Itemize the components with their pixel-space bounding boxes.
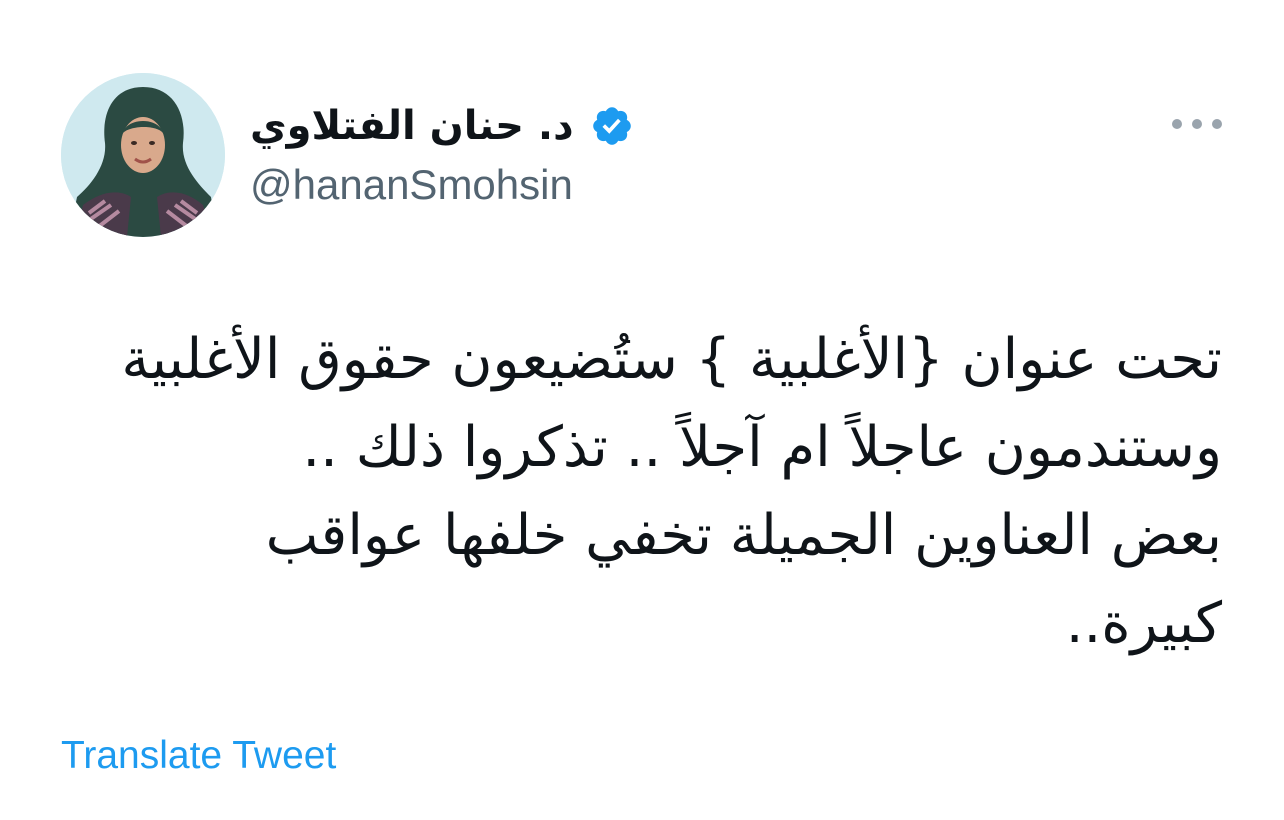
avatar[interactable]	[61, 73, 225, 237]
author-name-row[interactable]: د. حنان الفتلاوي	[250, 98, 634, 154]
dot	[1212, 119, 1222, 129]
profile-photo	[61, 73, 225, 237]
tweet-text-line: كبيرة..	[1065, 591, 1222, 656]
author-handle[interactable]: @hananSmohsin	[250, 164, 573, 206]
ellipsis-horizontal-icon[interactable]	[1172, 112, 1222, 136]
verified-badge-icon	[590, 104, 634, 148]
tweet-text-line: وستندمون عاجلاً ام آجلاً .. تذكروا ذلك .…	[302, 415, 1222, 480]
dot	[1172, 119, 1182, 129]
translate-tweet-link[interactable]: Translate Tweet	[61, 736, 336, 775]
dot	[1192, 119, 1202, 129]
tweet-card: د. حنان الفتلاوي @hananSmohsin تحت عنوان…	[0, 0, 1284, 820]
author-display-name[interactable]: د. حنان الفتلاوي	[250, 106, 574, 146]
tweet-text-line: بعض العناوين الجميلة تخفي خلفها عواقب	[265, 503, 1222, 568]
tweet-text-line: تحت عنوان {الأغلبية } ستُضيعون حقوق الأغ…	[121, 327, 1222, 392]
tweet-text: تحت عنوان {الأغلبية } ستُضيعون حقوق الأغ…	[62, 316, 1222, 668]
